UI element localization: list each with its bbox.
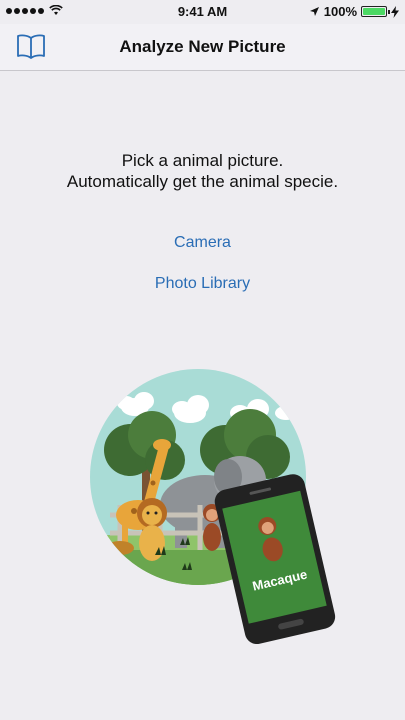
charging-bolt-icon: [391, 5, 399, 18]
instruction-line-1: Pick a animal picture.: [121, 151, 284, 170]
battery-icon: [361, 6, 390, 17]
instruction-line-2: Automatically get the animal specie.: [66, 172, 339, 191]
battery-percent: 100%: [323, 4, 357, 19]
status-bar: 9:41 AM 100%: [0, 0, 405, 24]
instructions: Pick a animal picture. Automatically get…: [0, 150, 405, 192]
turtle-icon: [106, 541, 134, 555]
photo-library-button[interactable]: Photo Library: [0, 275, 405, 293]
phone-mockup: Macaque: [214, 474, 336, 645]
page-title: Analyze New Picture: [119, 37, 286, 56]
location-arrow-icon: [309, 7, 319, 16]
status-right: 100%: [309, 4, 399, 19]
navigation-bar: Analyze New Picture: [0, 24, 405, 71]
camera-button[interactable]: Camera: [0, 234, 405, 252]
zoo-illustration: Macaque: [90, 365, 340, 655]
